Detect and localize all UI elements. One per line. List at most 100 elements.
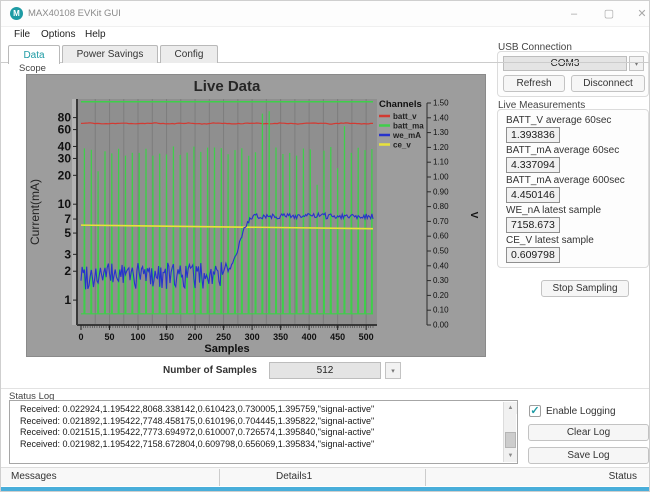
scope-group-label: Scope <box>19 63 46 74</box>
clear-log-button[interactable]: Clear Log <box>528 424 649 441</box>
svg-text:V: V <box>468 212 479 219</box>
menu-item-options[interactable]: Options <box>41 29 75 40</box>
svg-text:Samples: Samples <box>204 343 249 355</box>
content-divider <box>1 388 649 389</box>
measurement-label-batt-ma-600: BATT_mA average 600sec <box>506 175 625 186</box>
svg-text:1: 1 <box>64 293 71 307</box>
svg-text:1.50: 1.50 <box>433 99 449 108</box>
measurement-value-batt-ma-600: 4.450146 <box>506 187 560 203</box>
app-window: M MAX40108 EVKit GUI – ▢ ✕ File Options … <box>0 0 650 492</box>
svg-text:100: 100 <box>131 332 146 342</box>
number-of-samples-label: Number of Samples <box>163 365 257 376</box>
svg-text:300: 300 <box>245 332 260 342</box>
svg-text:400: 400 <box>302 332 317 342</box>
svg-text:0.40: 0.40 <box>433 261 449 270</box>
menu-item-help[interactable]: Help <box>85 29 106 40</box>
log-scrollbar[interactable]: ▲ ▼ <box>503 402 516 462</box>
svg-text:350: 350 <box>273 332 288 342</box>
svg-text:0.80: 0.80 <box>433 202 449 211</box>
number-of-samples-dropdown-arrow-icon[interactable]: ▾ <box>385 362 401 379</box>
svg-text:10: 10 <box>58 197 72 211</box>
refresh-button[interactable]: Refresh <box>503 75 565 92</box>
svg-text:50: 50 <box>105 332 115 342</box>
number-of-samples-select[interactable]: 512 <box>269 362 381 379</box>
svg-text:1.10: 1.10 <box>433 158 449 167</box>
measurement-label-batt-ma-60: BATT_mA average 60sec <box>506 145 619 156</box>
menu-item-file[interactable]: File <box>14 29 30 40</box>
svg-text:0.50: 0.50 <box>433 247 449 256</box>
svg-text:7: 7 <box>64 212 71 226</box>
svg-text:450: 450 <box>330 332 345 342</box>
svg-text:60: 60 <box>58 123 72 137</box>
measurement-label-ce-v: CE_V latest sample <box>506 235 594 246</box>
status-bar: Messages Details1 Status <box>1 467 649 486</box>
svg-text:0.90: 0.90 <box>433 187 449 196</box>
svg-text:5: 5 <box>64 226 71 240</box>
scope-panel: Live Data80604030201075321Current(mA)050… <box>26 74 486 357</box>
svg-text:Current(mA): Current(mA) <box>28 179 42 245</box>
svg-text:2: 2 <box>64 264 71 278</box>
svg-text:0.30: 0.30 <box>433 276 449 285</box>
enable-logging-checkbox[interactable]: ✓ <box>529 405 541 417</box>
svg-text:0.60: 0.60 <box>433 232 449 241</box>
svg-text:3: 3 <box>64 247 71 261</box>
svg-text:200: 200 <box>188 332 203 342</box>
save-log-button[interactable]: Save Log <box>528 447 649 464</box>
svg-text:Channels: Channels <box>379 99 422 110</box>
stop-sampling-button[interactable]: Stop Sampling <box>541 280 629 297</box>
scroll-thumb[interactable] <box>505 432 516 448</box>
status-bar-divider <box>425 469 426 486</box>
svg-text:ce_v: ce_v <box>393 141 411 150</box>
svg-text:0: 0 <box>78 332 83 342</box>
title-bar: M MAX40108 EVKit GUI – ▢ ✕ <box>1 1 649 27</box>
bottom-accent-bar <box>1 487 649 491</box>
svg-text:250: 250 <box>216 332 231 342</box>
measurement-value-batt-v-60: 1.393836 <box>506 127 560 143</box>
svg-text:20: 20 <box>58 168 72 182</box>
svg-text:500: 500 <box>359 332 374 342</box>
app-logo-icon: M <box>10 7 23 20</box>
log-line: Received: 0.021515,1.195422,7773.694972,… <box>10 427 517 439</box>
svg-text:0.70: 0.70 <box>433 217 449 226</box>
svg-text:0.20: 0.20 <box>433 291 449 300</box>
maximize-button[interactable]: ▢ <box>598 6 620 22</box>
measurement-value-batt-ma-60: 4.337094 <box>506 157 560 173</box>
svg-text:Live Data: Live Data <box>194 78 261 95</box>
status-log-box[interactable]: Received: 0.022924,1.195422,8068.338142,… <box>9 400 518 464</box>
com-port-dropdown-arrow-icon[interactable]: ▾ <box>629 56 644 71</box>
minimize-button[interactable]: – <box>563 6 585 22</box>
status-bar-details: Details1 <box>276 471 312 482</box>
status-bar-messages: Messages <box>11 471 57 482</box>
tab-data[interactable]: Data <box>8 45 60 64</box>
svg-text:1.00: 1.00 <box>433 173 449 182</box>
log-line: Received: 0.021892,1.195422,7748.458175,… <box>10 416 517 428</box>
svg-text:150: 150 <box>159 332 174 342</box>
live-data-chart: Live Data80604030201075321Current(mA)050… <box>27 75 485 356</box>
log-line: Received: 0.022924,1.195422,8068.338142,… <box>10 404 517 416</box>
enable-logging-label: Enable Logging <box>546 406 616 417</box>
svg-text:1.40: 1.40 <box>433 113 449 122</box>
svg-text:we_mA: we_mA <box>392 131 421 140</box>
disconnect-button[interactable]: Disconnect <box>571 75 645 92</box>
window-title: MAX40108 EVKit GUI <box>28 8 121 19</box>
measurement-label-we-na: WE_nA latest sample <box>506 205 601 216</box>
svg-text:30: 30 <box>58 151 72 165</box>
measurement-label-batt-v-60: BATT_V average 60sec <box>506 115 611 126</box>
svg-text:1.30: 1.30 <box>433 128 449 137</box>
status-bar-divider <box>219 469 220 486</box>
svg-text:batt_ma: batt_ma <box>393 122 424 131</box>
tab-config[interactable]: Config <box>160 45 218 63</box>
log-line: Received: 0.021982,1.195422,7158.672804,… <box>10 439 517 451</box>
svg-text:0.00: 0.00 <box>433 321 449 330</box>
status-bar-status: Status <box>609 471 637 482</box>
close-button[interactable]: ✕ <box>631 6 650 22</box>
measurement-value-we-na: 7158.673 <box>506 217 560 233</box>
svg-text:0.10: 0.10 <box>433 306 449 315</box>
svg-text:1.20: 1.20 <box>433 143 449 152</box>
com-port-select[interactable]: COM3 <box>503 56 627 71</box>
tab-power-savings[interactable]: Power Savings <box>62 45 158 63</box>
svg-text:batt_v: batt_v <box>393 112 417 121</box>
scroll-down-icon[interactable]: ▼ <box>504 450 517 462</box>
measurement-value-ce-v: 0.609798 <box>506 247 560 263</box>
scroll-up-icon[interactable]: ▲ <box>504 402 517 414</box>
